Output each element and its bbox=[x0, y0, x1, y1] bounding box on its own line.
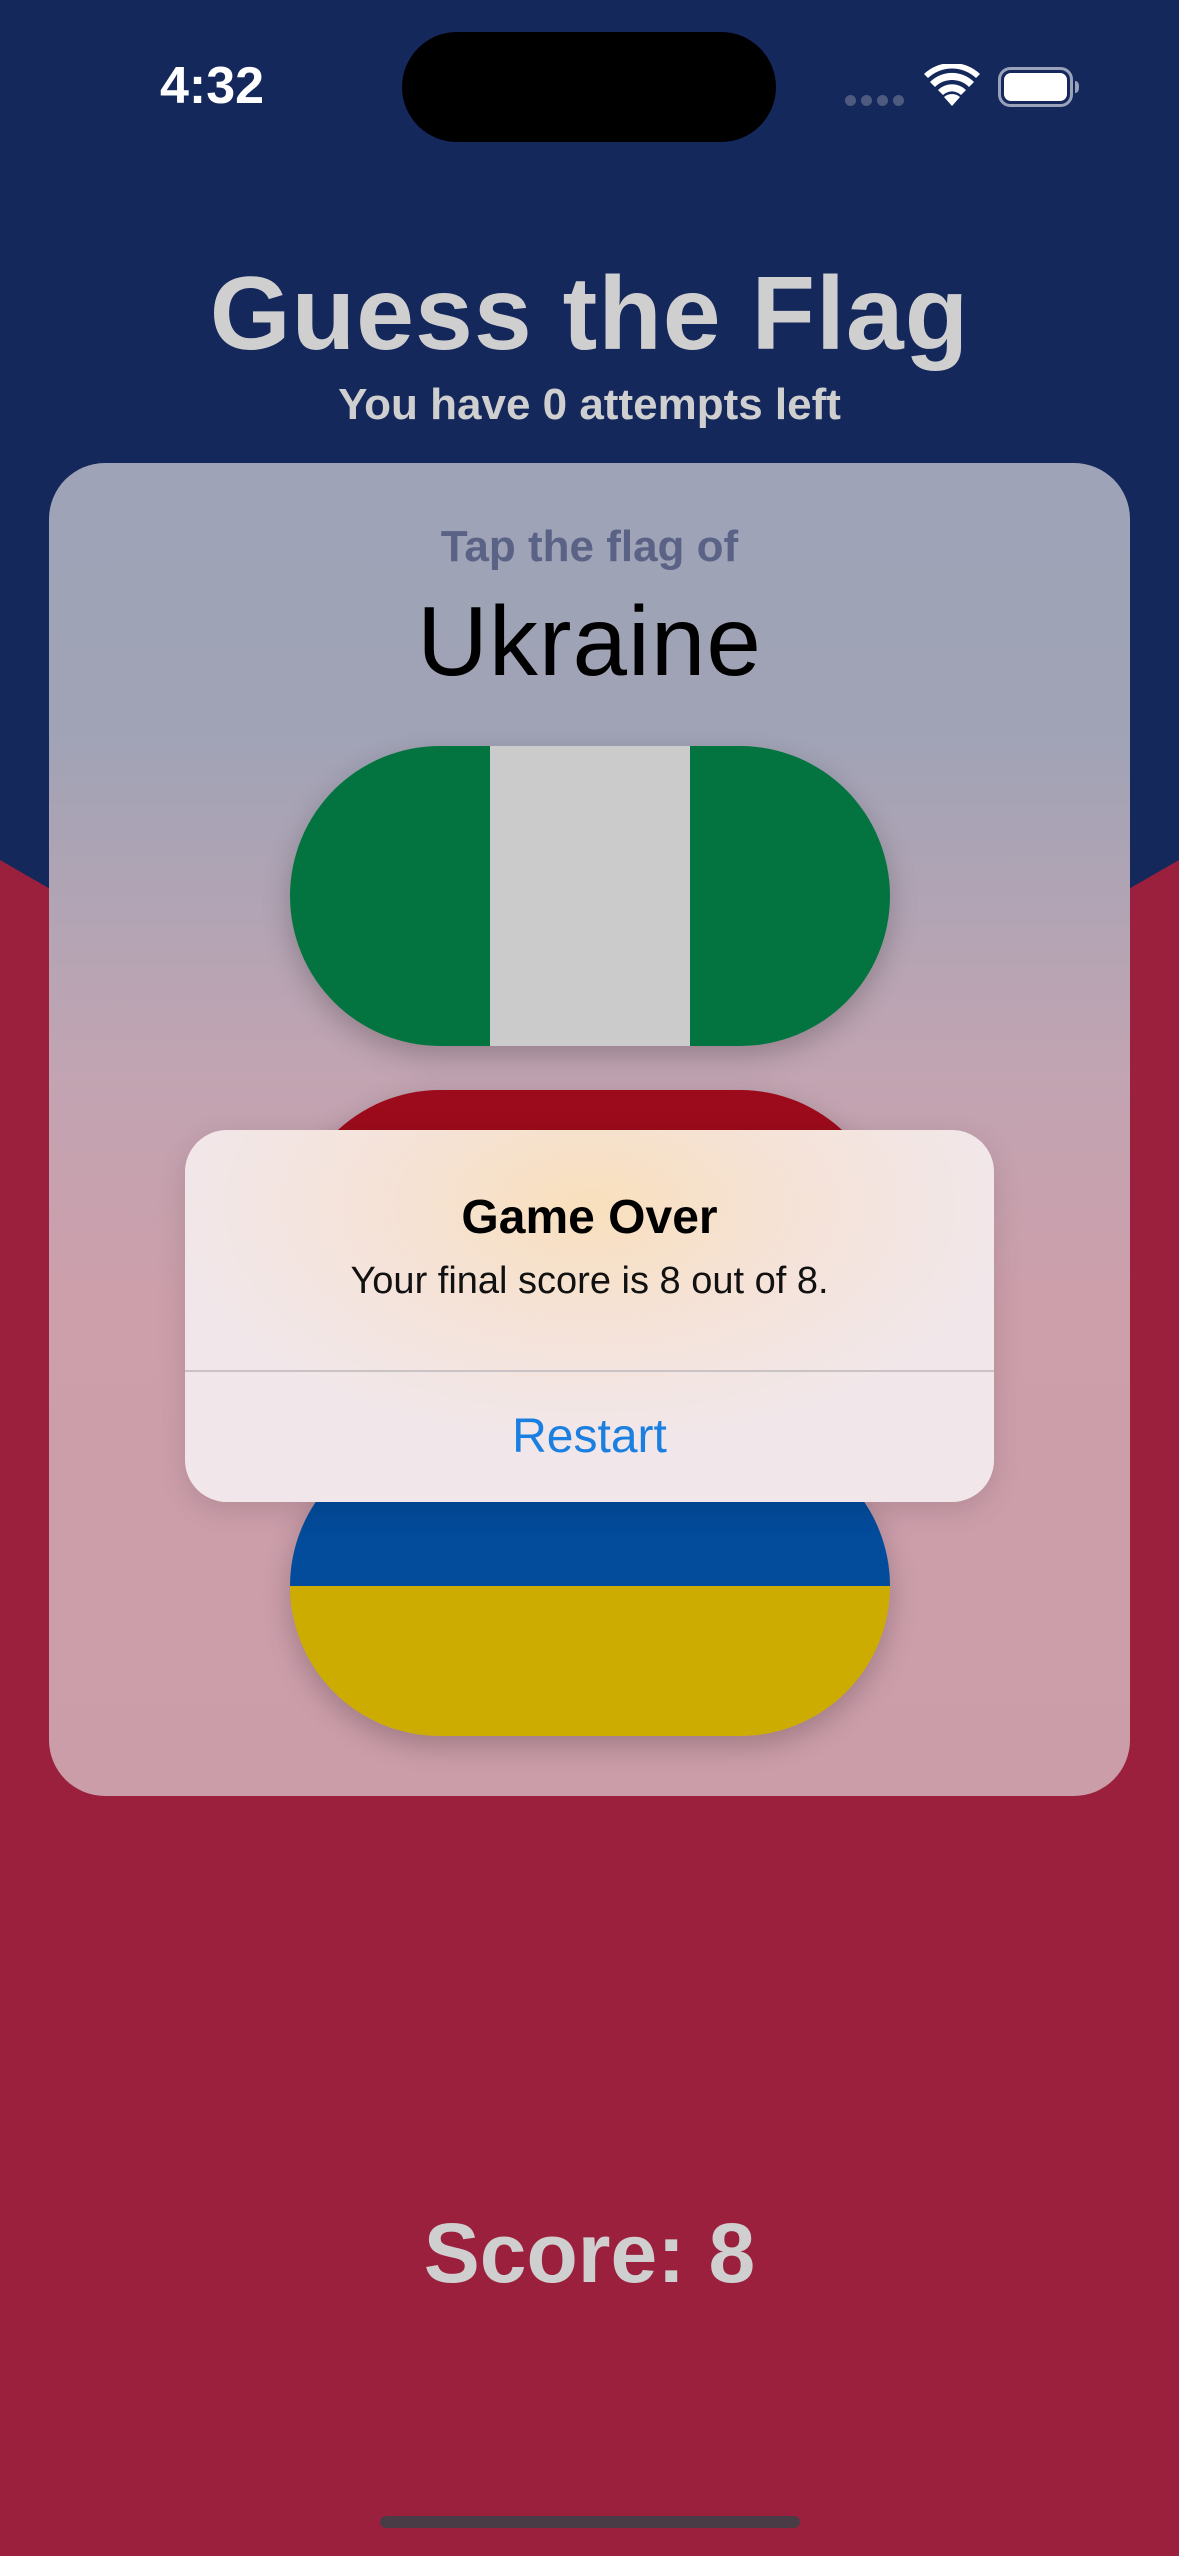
flag-button-nigeria[interactable] bbox=[290, 746, 890, 1046]
score-label: Score: 8 bbox=[423, 2206, 756, 2300]
battery-icon bbox=[998, 67, 1079, 107]
alert-title: Game Over bbox=[461, 1191, 718, 1244]
target-country: Ukraine bbox=[417, 586, 762, 696]
status-time: 4:32 bbox=[160, 57, 265, 115]
alert-message: Your final score is 8 out of 8. bbox=[350, 1260, 829, 1302]
game-over-alert: Game Over Your final score is 8 out of 8… bbox=[185, 1130, 994, 1502]
flag-stripe-yellow bbox=[290, 1586, 890, 1736]
signal-dots-icon bbox=[845, 95, 905, 107]
attempts-remaining-text: You have 0 attempts left bbox=[338, 380, 841, 429]
restart-button[interactable]: Restart bbox=[185, 1372, 994, 1502]
prompt-label: Tap the flag of bbox=[440, 522, 739, 571]
dynamic-island bbox=[402, 32, 776, 142]
flag-stripe-white bbox=[490, 746, 690, 1046]
wifi-icon bbox=[924, 64, 980, 106]
status-bar: 4:32 bbox=[0, 0, 1179, 160]
home-indicator[interactable] bbox=[380, 2516, 800, 2528]
app-title: Guess the Flag bbox=[209, 256, 970, 372]
